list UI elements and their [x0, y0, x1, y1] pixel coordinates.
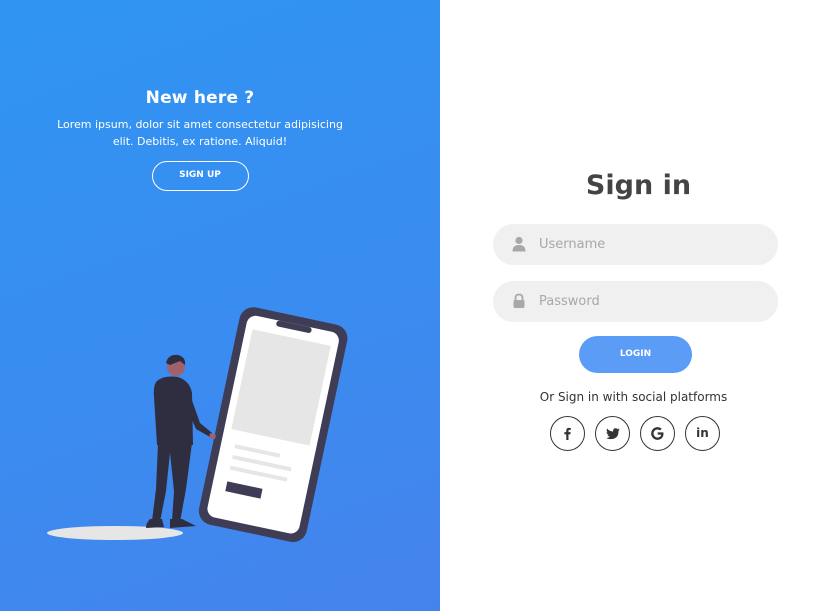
google-icon [651, 427, 664, 440]
twitter-button[interactable] [595, 416, 630, 451]
promo-title: New here ? [145, 88, 255, 108]
username-input[interactable] [539, 224, 764, 265]
social-text: Or Sign in with social platforms [539, 390, 728, 404]
login-button[interactable]: LOGIN [579, 336, 692, 373]
left-panel: New here ? Lorem ipsum, dolor sit amet c… [0, 0, 440, 611]
promo-section: New here ? Lorem ipsum, dolor sit amet c… [0, 88, 400, 191]
password-input[interactable] [539, 281, 764, 322]
right-panel: Sign in LOGIN Or Sign in with social pla… [440, 0, 837, 611]
promo-text: Lorem ipsum, dolor sit amet consectetur … [57, 118, 343, 148]
signup-button[interactable]: SIGN UP [151, 161, 249, 191]
signin-title: Sign in [585, 170, 692, 201]
linkedin-icon: in [696, 426, 709, 440]
ground-shadow [47, 526, 183, 540]
phone-illustration [47, 307, 348, 543]
facebook-icon [564, 427, 571, 440]
facebook-button[interactable] [550, 416, 585, 451]
password-field[interactable] [493, 281, 778, 322]
google-button[interactable] [640, 416, 675, 451]
twitter-icon [605, 428, 620, 440]
lock-icon [513, 293, 525, 308]
username-field[interactable] [493, 224, 778, 265]
phone-icon [198, 307, 348, 543]
user-icon [512, 236, 526, 252]
linkedin-button[interactable]: in [685, 416, 720, 451]
